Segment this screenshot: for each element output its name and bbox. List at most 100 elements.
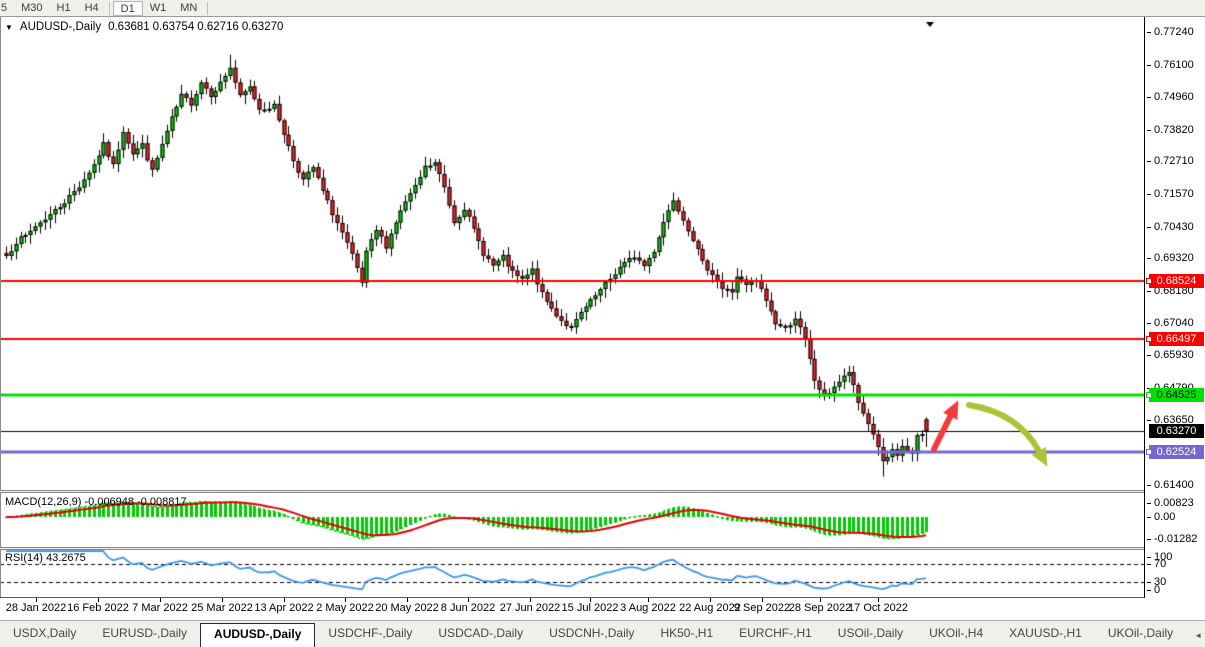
tab-scroll-left-icon[interactable]: ◄: [1194, 631, 1202, 640]
date-tick-mark: [820, 598, 821, 602]
date-tick-mark: [878, 598, 879, 602]
tab-usdcnh-daily[interactable]: USDCNH-,Daily: [536, 623, 647, 645]
date-tick-mark: [468, 598, 469, 602]
price-tick-label: 0.61400: [1147, 478, 1194, 491]
chart-title: ▼ AUDUSD-,Daily 0.63681 0.63754 0.62716 …: [5, 21, 283, 33]
date-tick-mark: [710, 598, 711, 602]
date-tick-mark: [590, 598, 591, 602]
macd-indicator-label: MACD(12,26,9) -0.006948 -0.008817: [5, 496, 187, 508]
date-tick-mark: [345, 598, 346, 602]
date-tick-label: 25 Mar 2022: [191, 602, 253, 614]
rsi-indicator-label: RSI(14) 43.2675: [5, 552, 86, 564]
rsi-value: 43.2675: [45, 552, 86, 564]
timeframe-button-m30[interactable]: M30: [14, 1, 49, 16]
ohlc-close: 0.63270: [241, 21, 284, 33]
date-tick-mark: [530, 598, 531, 602]
line-drag-handle[interactable]: [1146, 278, 1152, 285]
ohlc-high: 0.63754: [152, 21, 195, 33]
price-tick-label: 0.67040: [1147, 317, 1194, 330]
chart-left-border: [0, 17, 1, 598]
toolbar-separator: [207, 1, 209, 15]
date-tick-label: 3 Aug 2022: [620, 602, 676, 614]
chart-symbol-label: AUDUSD-,Daily: [19, 21, 102, 33]
price-tick-label: 0.70430: [1147, 220, 1194, 233]
tab-usoil-daily[interactable]: USOil-,Daily: [825, 623, 916, 645]
price-tick-label: 0.76100: [1147, 58, 1194, 71]
price-line-badge[interactable]: 0.66497: [1146, 331, 1204, 346]
tab-audusd-daily[interactable]: AUDUSD-,Daily: [200, 623, 316, 647]
tab-usdcad-daily[interactable]: USDCAD-,Daily: [425, 623, 536, 645]
price-tick-label: 0.71570: [1147, 187, 1194, 200]
timeframe-toolbar: 5 M30 H1 H4 D1 W1 MN: [0, 0, 1205, 17]
date-tick-label: 9 Sep 2022: [733, 602, 791, 614]
tab-ukoil-h4[interactable]: UKOil-,H4: [916, 623, 996, 645]
line-drag-handle[interactable]: [1146, 335, 1152, 342]
date-tick-label: 13 Apr 2022: [254, 602, 314, 614]
timeframe-button-h4[interactable]: H4: [78, 1, 106, 16]
price-line-badge[interactable]: 0.68524: [1146, 274, 1204, 289]
macd-tick-label: -0.01282: [1146, 532, 1198, 545]
date-tick-label: 22 Aug 2022: [679, 602, 741, 614]
line-drag-handle[interactable]: [1146, 449, 1152, 456]
panel-separator-macd[interactable]: [0, 490, 1205, 493]
timeframe-button-h1[interactable]: H1: [50, 1, 78, 16]
date-tick-label: 2 May 2022: [316, 602, 374, 614]
terminal-window: 5 M30 H1 H4 D1 W1 MN ▼ AUDUSD-,Daily 0.63681 0…: [0, 0, 1205, 647]
tab-ukoil-daily[interactable]: UKOil-,Daily: [1095, 623, 1186, 645]
price-tick-label: 0.69320: [1147, 252, 1194, 265]
panel-separator-rsi[interactable]: [0, 547, 1205, 550]
timeframe-button-mn[interactable]: MN: [173, 1, 204, 16]
price-line-badge[interactable]: 0.62524: [1146, 445, 1204, 460]
date-tick-mark: [407, 598, 408, 602]
date-tick-mark: [36, 598, 37, 602]
date-tick-label: 28 Sep 2022: [788, 602, 852, 614]
macd-values: -0.006948 -0.008817: [84, 496, 187, 508]
date-tick-label: 28 Jan 2022: [5, 602, 67, 614]
tab-eurusd-daily[interactable]: EURUSD-,Daily: [89, 623, 200, 645]
timeframe-button-d1[interactable]: D1: [112, 0, 143, 16]
date-tick-label: 17 Oct 2022: [848, 602, 908, 614]
date-tick-label: 20 May 2022: [375, 602, 439, 614]
tab-eurchf-h1[interactable]: EURCHF-,H1: [726, 623, 825, 645]
date-tick-mark: [98, 598, 99, 602]
line-drag-handle[interactable]: [1146, 392, 1152, 399]
ohlc-open: 0.63681: [108, 21, 150, 33]
rsi-tick-label: 70: [1146, 557, 1167, 570]
date-tick-label: 15 Jul 2022: [561, 602, 619, 614]
timeframe-button-5[interactable]: 5: [0, 1, 14, 16]
date-tick-mark: [762, 598, 763, 602]
chart-area: ▼ AUDUSD-,Daily 0.63681 0.63754 0.62716 …: [0, 17, 1205, 598]
price-tick-label: 0.74960: [1147, 91, 1194, 104]
macd-tick-label: 0.00: [1146, 511, 1176, 523]
date-tick-mark: [222, 598, 223, 602]
tab-usdx-daily[interactable]: USDX,Daily: [0, 623, 89, 645]
symbol-tabbar: USDX,Daily EURUSD-,Daily AUDUSD-,Daily USDC…: [0, 620, 1205, 647]
tab-xauusd-h1[interactable]: XAUUSD-,H1: [996, 623, 1095, 645]
price-tick-label: 0.77240: [1147, 26, 1194, 38]
tab-usdchf-daily[interactable]: USDCHF-,Daily: [315, 623, 425, 645]
tab-scroll-nav: ◄►: [1194, 631, 1205, 640]
timeframe-button-w1[interactable]: W1: [143, 1, 174, 16]
date-tick-mark: [160, 598, 161, 602]
price-chart-canvas[interactable]: [0, 17, 1144, 598]
price-line-badge[interactable]: 0.64525: [1146, 388, 1204, 403]
date-tick-mark: [284, 598, 285, 602]
price-line-badge: 0.63270: [1149, 424, 1204, 439]
date-tick-mark: [648, 598, 649, 602]
macd-tick-label: 0.00823: [1147, 497, 1194, 509]
collapse-indicator-icon[interactable]: ▼: [5, 23, 13, 32]
price-axis[interactable]: 0.77240 0.76100 0.74960 0.73820 0.72710 0.715…: [1144, 17, 1205, 598]
date-axis[interactable]: 28 Jan 2022 16 Feb 2022 7 Mar 2022 25 Mar 2…: [0, 598, 1205, 620]
rsi-tick-label: 0: [1146, 584, 1161, 596]
date-tick-label: 27 Jun 2022: [499, 602, 561, 614]
date-tick-label: 7 Mar 2022: [132, 602, 188, 614]
date-tick-label: 8 Jun 2022: [440, 602, 496, 614]
chart-bottom-border: [0, 597, 1205, 598]
date-tick-label: 16 Feb 2022: [67, 602, 129, 614]
toolbar-separator: [108, 1, 110, 15]
price-tick-label: 0.65930: [1147, 349, 1194, 362]
tab-hk50-h1[interactable]: HK50-,H1: [647, 623, 726, 645]
price-tick-label: 0.73820: [1147, 123, 1194, 136]
ohlc-low: 0.62716: [197, 21, 239, 33]
price-tick-label: 0.72710: [1147, 155, 1194, 168]
